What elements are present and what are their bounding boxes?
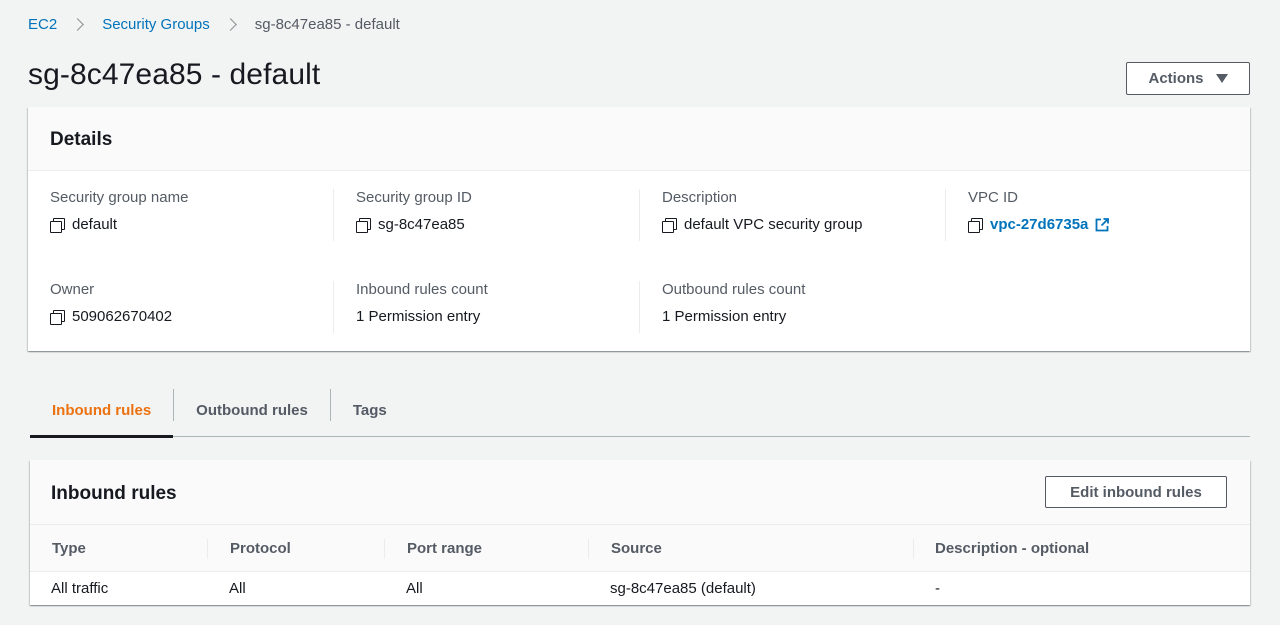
tab-bar: Inbound rules Outbound rules Tags <box>30 385 1250 438</box>
copy-icon[interactable] <box>968 217 983 233</box>
details-header: Details <box>28 107 1250 171</box>
copy-icon[interactable] <box>356 217 371 233</box>
cell-port-range: All <box>406 580 423 597</box>
field-owner: Owner 509062670402 <box>50 281 330 333</box>
vpc-id-link[interactable]: vpc-27d6735a <box>990 216 1088 233</box>
caret-down-icon <box>1215 74 1228 83</box>
chevron-right-icon <box>223 17 237 31</box>
field-label: Security group name <box>50 189 189 206</box>
field-inbound-rules-count: Inbound rules count 1 Permission entry <box>333 281 613 333</box>
inbound-rules-panel: Inbound rules Edit inbound rules Type Pr… <box>30 460 1250 605</box>
table-row[interactable]: All traffic All All sg-8c47ea85 (default… <box>30 572 1250 605</box>
column-resizer[interactable] <box>588 539 589 559</box>
cell-protocol: All <box>229 580 246 597</box>
field-label: Outbound rules count <box>662 281 806 298</box>
field-outbound-rules-count: Outbound rules count 1 Permission entry <box>639 281 919 333</box>
column-resizer[interactable] <box>384 539 385 559</box>
tab-outbound-rules[interactable]: Outbound rules <box>174 385 330 436</box>
actions-button[interactable]: Actions <box>1126 62 1250 95</box>
field-label: Security group ID <box>356 189 472 206</box>
field-value: default VPC security group <box>684 216 863 233</box>
column-resizer[interactable] <box>913 539 914 559</box>
column-header-description[interactable]: Description - optional <box>935 525 1089 572</box>
copy-icon[interactable] <box>50 217 65 233</box>
column-header-protocol[interactable]: Protocol <box>230 525 291 572</box>
tab-tags[interactable]: Tags <box>331 385 409 436</box>
field-label: Inbound rules count <box>356 281 488 298</box>
field-security-group-id: Security group ID sg-8c47ea85 <box>333 189 613 241</box>
tab-inbound-rules[interactable]: Inbound rules <box>30 385 174 438</box>
field-label: Owner <box>50 281 95 298</box>
field-vpc-id: VPC ID vpc-27d6735a <box>945 189 1225 241</box>
field-description: Description default VPC security group <box>639 189 939 241</box>
cell-source: sg-8c47ea85 (default) <box>610 580 756 597</box>
external-link-icon[interactable] <box>1094 217 1110 233</box>
column-header-port-range[interactable]: Port range <box>407 525 482 572</box>
actions-button-label: Actions <box>1148 70 1204 87</box>
field-label: Description <box>662 189 738 206</box>
breadcrumb: EC2 Security Groups sg-8c47ea85 - defaul… <box>28 14 400 34</box>
copy-icon[interactable] <box>50 309 65 325</box>
field-security-group-name: Security group name default <box>50 189 330 241</box>
copy-icon[interactable] <box>662 217 677 233</box>
breadcrumb-current: sg-8c47ea85 - default <box>254 15 400 33</box>
breadcrumb-security-groups[interactable]: Security Groups <box>102 16 210 33</box>
chevron-right-icon <box>71 17 85 31</box>
cell-description: - <box>935 580 940 597</box>
details-panel: Details Security group name default Secu… <box>28 107 1250 351</box>
edit-inbound-rules-button[interactable]: Edit inbound rules <box>1045 476 1227 508</box>
field-value: default <box>72 216 118 233</box>
field-value: 1 Permission entry <box>356 308 481 325</box>
column-header-source[interactable]: Source <box>611 525 662 572</box>
breadcrumb-ec2[interactable]: EC2 <box>28 16 57 33</box>
field-label: VPC ID <box>968 189 1019 206</box>
field-value: 1 Permission entry <box>662 308 787 325</box>
column-header-type[interactable]: Type <box>52 525 86 572</box>
column-resizer[interactable] <box>207 539 208 559</box>
table-header: Type Protocol Port range Source Descript… <box>30 525 1250 572</box>
field-value: sg-8c47ea85 <box>378 216 465 233</box>
field-value: 509062670402 <box>72 308 173 325</box>
cell-type: All traffic <box>51 580 109 597</box>
page-title: sg-8c47ea85 - default <box>28 58 321 91</box>
